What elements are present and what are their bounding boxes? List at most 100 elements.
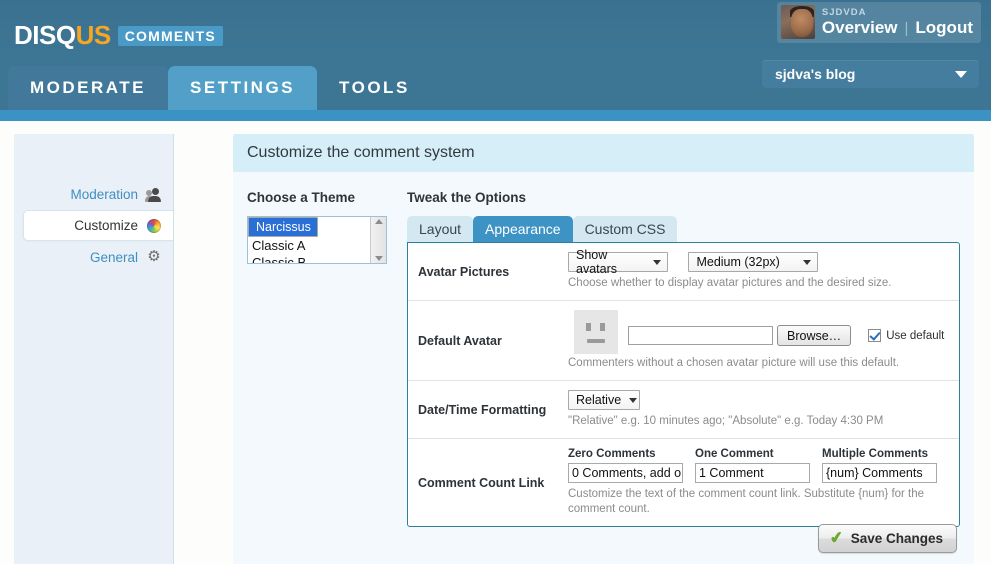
- field-multiple-comments: Multiple Comments {num} Comments: [822, 448, 937, 483]
- theme-option-classic-a[interactable]: Classic A: [248, 237, 386, 254]
- appearance-form: Avatar Pictures Show avatars Medium (32p…: [407, 242, 960, 527]
- chevron-down-icon: [629, 397, 638, 403]
- row-label: Date/Time Formatting: [418, 402, 547, 417]
- logo-text-us: US: [75, 20, 112, 50]
- row-hint: Commenters without a chosen avatar pictu…: [568, 357, 900, 369]
- tab-custom-css[interactable]: Custom CSS: [572, 216, 678, 242]
- user-links-separator: |: [904, 20, 909, 38]
- sidebar-item-general[interactable]: General ⚙: [14, 241, 173, 273]
- row-label: Comment Count Link: [418, 475, 545, 490]
- row-default-avatar: Default Avatar Browse… Use default Comme…: [408, 301, 959, 381]
- chevron-down-icon: [803, 259, 812, 265]
- theme-option-classic-b[interactable]: Classic B: [248, 254, 386, 263]
- avatar[interactable]: [780, 5, 815, 39]
- triangle-up-icon[interactable]: [374, 219, 383, 224]
- page-title: Customize the comment system: [247, 144, 475, 161]
- page-title-band: Customize the comment system: [233, 134, 974, 172]
- row-body: Relative "Relative" e.g. 10 minutes ago;…: [568, 390, 949, 429]
- browse-button[interactable]: Browse…: [777, 325, 852, 346]
- header-accent-strip: [0, 110, 991, 121]
- options-tabstrip: Layout Appearance Custom CSS: [407, 216, 960, 242]
- theme-column: Choose a Theme Narcissus Classic A Class…: [247, 190, 392, 527]
- datetime-format-select[interactable]: Relative: [568, 390, 640, 410]
- tweak-options-heading: Tweak the Options: [407, 190, 527, 205]
- sidebar-item-moderation[interactable]: Moderation: [14, 178, 173, 210]
- field-zero-comments: Zero Comments 0 Comments, add one: [568, 448, 683, 483]
- theme-listbox[interactable]: Narcissus Classic A Classic B: [247, 216, 387, 264]
- row-avatar-pictures: Avatar Pictures Show avatars Medium (32p…: [408, 243, 959, 301]
- theme-option-narcissus[interactable]: Narcissus: [248, 217, 318, 237]
- row-comment-count-link: Comment Count Link Zero Comments 0 Comme…: [408, 439, 959, 526]
- multiple-comments-input[interactable]: {num} Comments: [822, 463, 937, 483]
- username-label: SJDVDA: [821, 6, 867, 18]
- show-avatars-select[interactable]: Show avatars: [568, 248, 668, 276]
- content-panel: Customize the comment system Choose a Th…: [233, 134, 974, 564]
- field-heading: One Comment: [695, 448, 774, 460]
- row-datetime-formatting: Date/Time Formatting Relative "Relative"…: [408, 381, 959, 439]
- use-default-label: Use default: [886, 329, 945, 342]
- triangle-down-icon[interactable]: [374, 256, 383, 261]
- logo-text-disq: DISQ: [14, 20, 76, 50]
- sidebar-item-label: General: [89, 249, 138, 265]
- default-avatar-face-icon: [574, 310, 618, 354]
- green-check-icon: ✔: [829, 528, 845, 548]
- sidebar-item-label: Customize: [74, 218, 138, 233]
- moderation-users-icon: [145, 186, 162, 202]
- avatar-size-select[interactable]: Medium (32px): [688, 252, 819, 272]
- apple-logo-icon: [782, 10, 799, 32]
- save-button[interactable]: ✔ Save Changes: [818, 524, 957, 553]
- use-default-checkbox-wrap[interactable]: Use default: [868, 329, 944, 342]
- logout-link[interactable]: Logout: [915, 19, 973, 36]
- row-label: Default Avatar: [418, 333, 502, 348]
- nav-tab-tools[interactable]: TOOLS: [317, 66, 432, 110]
- field-heading: Multiple Comments: [822, 448, 929, 460]
- row-label: Avatar Pictures: [418, 264, 510, 279]
- use-default-checkbox[interactable]: [868, 329, 882, 342]
- comment-count-fields: Zero Comments 0 Comments, add one One Co…: [568, 448, 949, 483]
- row-body: Browse… Use default Commenters without a…: [568, 310, 949, 371]
- save-button-wrap: ✔ Save Changes: [818, 524, 957, 553]
- row-hint: Choose whether to display avatar picture…: [568, 277, 892, 289]
- zero-comments-input[interactable]: 0 Comments, add one: [568, 463, 683, 483]
- top-header-bar: DISQ US COMMENTS MODERATE SETTINGS TOOLS …: [0, 0, 991, 110]
- avatar-upload-line: Browse… Use default: [628, 325, 944, 346]
- avatar-file-input[interactable]: [628, 326, 773, 345]
- logo-comments-badge: COMMENTS: [117, 25, 223, 46]
- choose-theme-heading: Choose a Theme: [247, 190, 356, 205]
- overview-link[interactable]: Overview: [822, 19, 898, 36]
- theme-list-scrollbar[interactable]: [370, 217, 386, 263]
- show-avatars-value: Show avatars: [576, 248, 617, 276]
- blog-selector-value: sjdva's blog: [775, 66, 856, 82]
- avatar-size-value: Medium (32px): [696, 255, 780, 269]
- disqus-logo[interactable]: DISQ US COMMENTS: [14, 20, 223, 51]
- disqus-admin-page: DISQ US COMMENTS MODERATE SETTINGS TOOLS …: [0, 0, 991, 564]
- field-heading: Zero Comments: [568, 448, 656, 460]
- user-meta: SJDVDA Overview | Logout: [822, 8, 973, 37]
- row-body: Show avatars Medium (32px) Choose whethe…: [568, 248, 949, 291]
- main-nav: MODERATE SETTINGS TOOLS: [0, 60, 432, 110]
- datetime-format-value: Relative: [576, 393, 622, 407]
- tab-layout[interactable]: Layout: [407, 216, 474, 242]
- sidebar: Moderation Customize General ⚙: [14, 134, 174, 564]
- row-hint: "Relative" e.g. 10 minutes ago; "Absolut…: [568, 415, 884, 427]
- row-hint: Customize the text of the comment count …: [568, 488, 925, 515]
- chevron-down-icon: [955, 70, 967, 78]
- options-column: Tweak the Options Layout Appearance Cust…: [407, 190, 960, 527]
- sidebar-item-customize[interactable]: Customize: [23, 210, 173, 241]
- save-button-label: Save Changes: [850, 531, 943, 546]
- chevron-down-icon: [653, 259, 661, 265]
- row-body: Zero Comments 0 Comments, add one One Co…: [568, 448, 949, 517]
- user-account-box: SJDVDA Overview | Logout: [776, 2, 981, 43]
- color-wheel-icon: [146, 218, 162, 234]
- one-comment-input[interactable]: 1 Comment: [695, 463, 810, 483]
- sidebar-item-label: Moderation: [70, 186, 138, 202]
- default-avatar-controls: Browse… Use default: [568, 310, 949, 354]
- field-one-comment: One Comment 1 Comment: [695, 448, 810, 483]
- nav-tab-settings[interactable]: SETTINGS: [168, 66, 318, 110]
- user-links: Overview | Logout: [822, 19, 973, 36]
- tab-appearance[interactable]: Appearance: [473, 216, 573, 242]
- gear-icon: ⚙: [147, 248, 161, 265]
- nav-tab-moderate[interactable]: MODERATE: [8, 66, 169, 110]
- content-columns: Choose a Theme Narcissus Classic A Class…: [233, 172, 974, 527]
- blog-selector[interactable]: sjdva's blog: [762, 60, 979, 88]
